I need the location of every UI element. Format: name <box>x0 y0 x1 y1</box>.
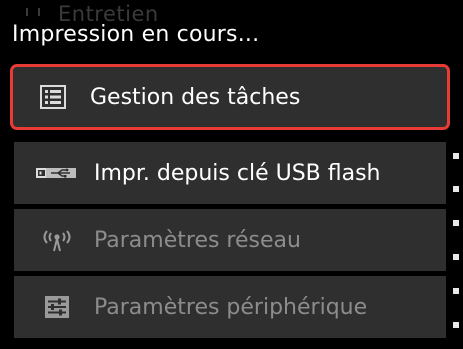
scroll-indicator-dot <box>453 322 459 328</box>
list-icon <box>30 85 76 109</box>
status-message: Impression en cours... <box>12 22 260 47</box>
printer-lcd-screen: Entretien Impression en cours... Gestion… <box>0 0 463 349</box>
menu-item-usb-print[interactable]: Impr. depuis clé USB flash <box>14 142 446 204</box>
menu-item-label: Paramètres périphérique <box>94 294 368 320</box>
menu-item-network-settings[interactable]: Paramètres réseau <box>14 209 446 271</box>
scroll-indicator-dot <box>453 254 459 260</box>
scroll-indicator-dot <box>453 288 459 294</box>
scroll-indicator-dot <box>453 153 459 159</box>
menu-item-label: Gestion des tâches <box>90 84 301 110</box>
menu-item-label: Paramètres réseau <box>94 227 301 253</box>
maintenance-icon <box>26 8 40 16</box>
menu-item-label: Impr. depuis clé USB flash <box>94 160 381 186</box>
device-settings-icon <box>34 295 80 319</box>
wireless-antenna-icon <box>34 227 80 253</box>
menu-item-device-settings[interactable]: Paramètres périphérique <box>14 276 446 338</box>
scroll-indicator-dot <box>453 186 459 192</box>
scroll-indicator-dot <box>453 220 459 226</box>
menu-item-job-management[interactable]: Gestion des tâches <box>10 64 450 130</box>
usb-icon <box>34 166 80 180</box>
